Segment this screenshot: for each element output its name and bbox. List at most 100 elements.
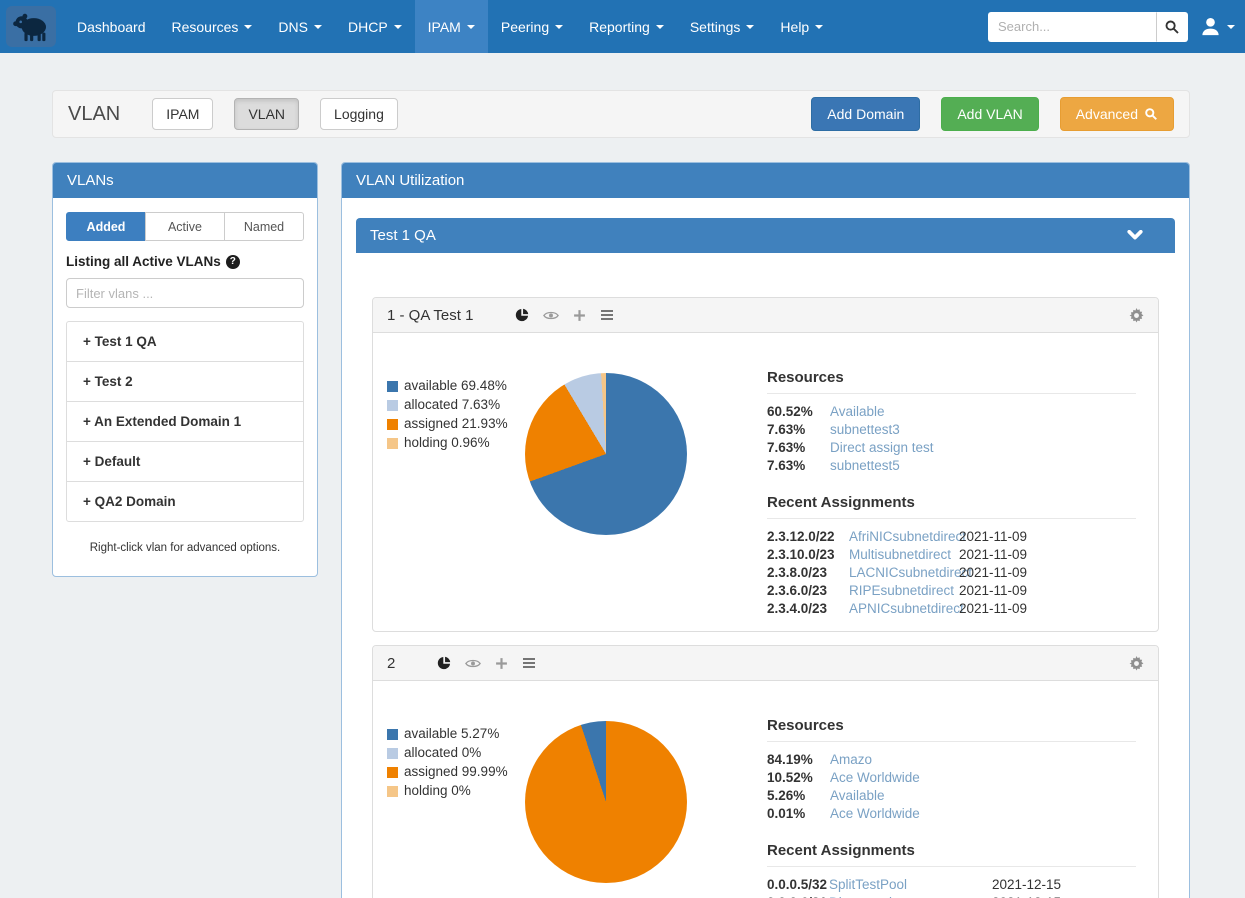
nav-item-settings[interactable]: Settings bbox=[677, 0, 768, 53]
tab-logging[interactable]: Logging bbox=[320, 98, 398, 130]
vlan-list-item[interactable]: + An Extended Domain 1 bbox=[67, 402, 303, 442]
assignment-link[interactable]: Direct assign test bbox=[829, 894, 992, 898]
add-domain-button[interactable]: Add Domain bbox=[811, 97, 920, 131]
gear-icon[interactable] bbox=[1129, 656, 1144, 671]
assignment-link[interactable]: SplitTestPool bbox=[829, 876, 992, 893]
resource-pct: 5.26% bbox=[767, 787, 830, 804]
resources-heading: Resources bbox=[767, 369, 1136, 394]
vlan-card-title: 1 - QA Test 1 bbox=[387, 307, 473, 324]
vlan-card-2: 2 bbox=[372, 645, 1159, 898]
vlan-list: + Test 1 QA + Test 2 + An Extended Domai… bbox=[66, 321, 304, 522]
provision-logo[interactable] bbox=[6, 6, 56, 47]
nav-label: Dashboard bbox=[77, 19, 146, 35]
plus-icon[interactable] bbox=[495, 657, 508, 670]
advanced-search-button[interactable]: Advanced bbox=[1060, 97, 1174, 131]
filter-vlans-input[interactable] bbox=[66, 278, 304, 308]
resource-link[interactable]: Ace Worldwide bbox=[830, 769, 1136, 786]
listing-label-text: Listing all Active VLANs bbox=[66, 254, 221, 269]
help-icon[interactable]: ? bbox=[226, 255, 240, 269]
legend-text: allocated 0% bbox=[404, 745, 481, 761]
resource-pct: 7.63% bbox=[767, 421, 830, 438]
tab-ipam[interactable]: IPAM bbox=[152, 98, 213, 130]
legend-text: allocated 7.63% bbox=[404, 397, 500, 413]
vlan-card-2-header: 2 bbox=[373, 646, 1158, 681]
vlan-list-item[interactable]: + QA2 Domain bbox=[67, 482, 303, 521]
assignment-cidr: 2.3.8.0/23 bbox=[767, 564, 849, 581]
pie-legend: available 69.48% allocated 7.63% assigne… bbox=[387, 378, 525, 617]
legend-item: allocated 7.63% bbox=[387, 397, 525, 413]
vlan-card-title: 2 bbox=[387, 655, 395, 672]
top-navbar: Dashboard Resources DNS DHCP IPAM Peerin… bbox=[0, 0, 1245, 53]
resource-link[interactable]: subnettest5 bbox=[830, 457, 1136, 474]
vlan-list-item[interactable]: + Default bbox=[67, 442, 303, 482]
assignment-link[interactable]: LACNICsubnetdirect bbox=[849, 564, 959, 581]
vlan-card-1-body: available 69.48% allocated 7.63% assigne… bbox=[373, 333, 1158, 631]
assignment-link[interactable]: RIPEsubnetdirect bbox=[849, 582, 959, 599]
search-button[interactable] bbox=[1156, 12, 1188, 42]
legend-item: available 5.27% bbox=[387, 726, 525, 742]
legend-swatch bbox=[387, 786, 398, 797]
assignment-cidr: 2.3.10.0/23 bbox=[767, 546, 849, 563]
resource-link[interactable]: Ace Worldwide bbox=[830, 805, 1136, 822]
vlans-panel-heading: VLANs bbox=[53, 163, 317, 198]
legend-text: holding 0% bbox=[404, 783, 471, 799]
nav-item-dashboard[interactable]: Dashboard bbox=[64, 0, 159, 53]
nav-item-peering[interactable]: Peering bbox=[488, 0, 576, 53]
assignment-cidr: 2.3.12.0/22 bbox=[767, 528, 849, 545]
eye-icon[interactable] bbox=[543, 310, 559, 321]
vlan-list-item[interactable]: + Test 1 QA bbox=[67, 322, 303, 362]
page-title: VLAN bbox=[68, 103, 120, 126]
plus-icon[interactable] bbox=[573, 309, 586, 322]
list-icon[interactable] bbox=[522, 657, 536, 669]
nav-item-ipam[interactable]: IPAM bbox=[415, 0, 488, 53]
user-icon bbox=[1200, 16, 1221, 37]
resources-list: 84.19%Amazo 10.52%Ace Worldwide 5.26%Ava… bbox=[767, 751, 1136, 822]
global-search bbox=[988, 12, 1188, 42]
legend-item: assigned 21.93% bbox=[387, 416, 525, 432]
nav-item-resources[interactable]: Resources bbox=[159, 0, 266, 53]
assignment-link[interactable]: Multisubnetdirect bbox=[849, 546, 959, 563]
accordion-test1qa[interactable]: Test 1 QA bbox=[356, 218, 1175, 253]
vlan-card-2-body: available 5.27% allocated 0% assigned 99… bbox=[373, 681, 1158, 898]
nav-item-dns[interactable]: DNS bbox=[265, 0, 335, 53]
resource-link[interactable]: Amazo bbox=[830, 751, 1136, 768]
nav-label: Resources bbox=[172, 19, 239, 35]
tab-added[interactable]: Added bbox=[66, 212, 146, 241]
assignments-list: 2.3.12.0/22AfriNICsubnetdirect 2021-11-09… bbox=[767, 528, 1136, 617]
nav-item-help[interactable]: Help bbox=[767, 0, 836, 53]
search-input[interactable] bbox=[988, 12, 1156, 42]
gear-icon[interactable] bbox=[1129, 308, 1144, 323]
card-toolbar bbox=[437, 656, 536, 670]
vlan-utilization-panel: VLAN Utilization Test 1 QA 1 - QA Test 1 bbox=[341, 162, 1190, 898]
resource-link[interactable]: Available bbox=[830, 403, 1136, 420]
nav-item-dhcp[interactable]: DHCP bbox=[335, 0, 415, 53]
caret-down-icon bbox=[314, 25, 322, 29]
list-icon[interactable] bbox=[600, 309, 614, 321]
eye-icon[interactable] bbox=[465, 658, 481, 669]
resource-link[interactable]: Available bbox=[830, 787, 1136, 804]
assignment-link[interactable]: APNICsubnetdirect bbox=[849, 600, 959, 617]
pie-chart-icon[interactable] bbox=[515, 308, 529, 322]
assignment-link[interactable]: AfriNICsubnetdirect bbox=[849, 528, 959, 545]
resource-link[interactable]: Direct assign test bbox=[830, 439, 1136, 456]
utilization-panel-body: Test 1 QA 1 - QA Test 1 bbox=[342, 198, 1189, 898]
add-vlan-button[interactable]: Add VLAN bbox=[941, 97, 1038, 131]
tab-vlan[interactable]: VLAN bbox=[234, 98, 299, 130]
resources-heading: Resources bbox=[767, 717, 1136, 742]
nav-right-group bbox=[988, 0, 1245, 53]
caret-down-icon bbox=[555, 25, 563, 29]
tab-active[interactable]: Active bbox=[145, 212, 225, 241]
tab-named[interactable]: Named bbox=[224, 212, 304, 241]
assignment-date: 2021-12-15 bbox=[992, 876, 1136, 893]
vlan-list-item[interactable]: + Test 2 bbox=[67, 362, 303, 402]
user-menu[interactable] bbox=[1200, 16, 1235, 37]
accordion-body: 1 - QA Test 1 bbox=[356, 253, 1175, 898]
assignment-date: 2021-11-09 bbox=[959, 600, 1136, 617]
nav-item-reporting[interactable]: Reporting bbox=[576, 0, 677, 53]
resource-pct: 7.63% bbox=[767, 439, 830, 456]
chevron-down-icon[interactable] bbox=[1127, 230, 1143, 241]
caret-down-icon bbox=[467, 25, 475, 29]
resource-link[interactable]: subnettest3 bbox=[830, 421, 1136, 438]
vlan-card-1: 1 - QA Test 1 bbox=[372, 297, 1159, 632]
pie-chart-icon[interactable] bbox=[437, 656, 451, 670]
